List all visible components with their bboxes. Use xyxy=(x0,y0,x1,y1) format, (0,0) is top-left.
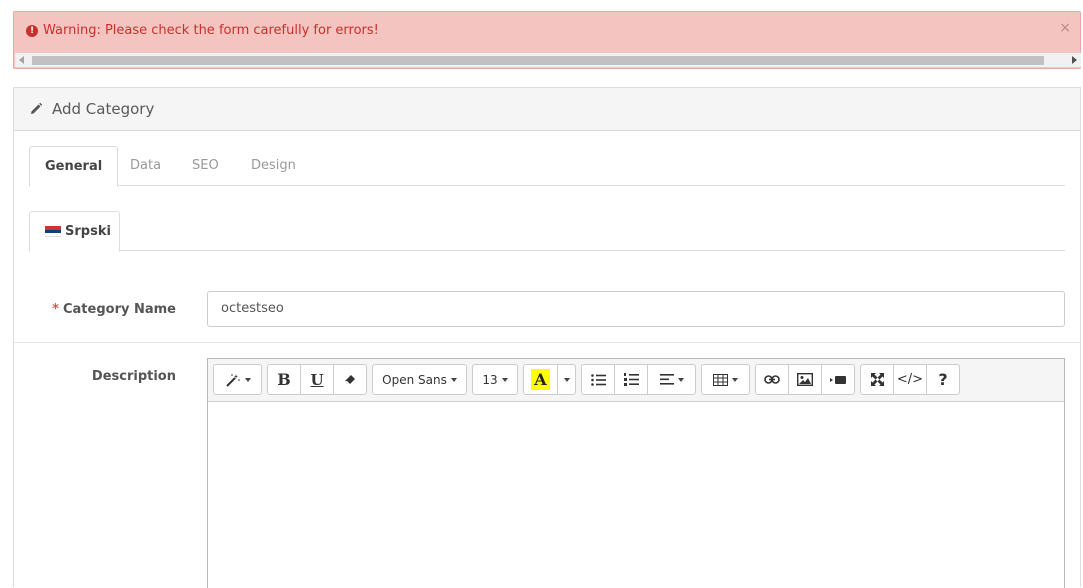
editor-content-area[interactable] xyxy=(208,402,1064,588)
scroll-right-arrow[interactable] xyxy=(1072,56,1077,64)
tab-data[interactable]: Data xyxy=(115,146,176,186)
alert-text: Warning: Please check the form carefully… xyxy=(43,23,379,38)
image-icon xyxy=(797,373,813,386)
highlight-color-button[interactable]: A xyxy=(523,364,558,395)
required-marker: * xyxy=(52,302,59,317)
table-dropdown[interactable] xyxy=(701,364,750,395)
tab-seo[interactable]: SEO xyxy=(177,146,234,186)
tab-language-srpski[interactable]: Srpski xyxy=(29,211,120,252)
fullscreen-icon xyxy=(870,373,884,386)
scroll-left-arrow[interactable] xyxy=(19,56,24,64)
ordered-list-icon xyxy=(623,373,639,386)
chevron-down-icon xyxy=(450,377,457,382)
chevron-down-icon xyxy=(244,377,251,382)
main-tabs: General Data SEO Design xyxy=(29,146,1065,187)
chevron-down-icon xyxy=(677,377,684,382)
code-view-button[interactable]: </> xyxy=(893,364,927,395)
ordered-list-button[interactable] xyxy=(614,364,648,395)
table-icon xyxy=(713,373,728,386)
fullscreen-button[interactable] xyxy=(860,364,894,395)
align-left-icon xyxy=(659,374,674,385)
panel-heading: Add Category xyxy=(14,88,1080,131)
description-label: Description xyxy=(91,369,176,384)
panel-title: Add Category xyxy=(52,100,155,118)
unordered-list-icon xyxy=(590,373,606,386)
chevron-down-icon xyxy=(501,377,508,382)
clear-format-button[interactable] xyxy=(333,364,367,395)
magic-wand-icon xyxy=(225,373,240,387)
chevron-down-icon xyxy=(732,377,738,382)
category-name-row: * Category Name octestseo xyxy=(14,268,1080,343)
highlight-color-dropdown[interactable] xyxy=(557,364,576,395)
font-family-dropdown[interactable]: Open Sans xyxy=(372,364,467,395)
font-size-dropdown[interactable]: 13 xyxy=(472,364,518,395)
underline-button[interactable]: U xyxy=(300,364,334,395)
unordered-list-button[interactable] xyxy=(581,364,615,395)
tab-design[interactable]: Design xyxy=(236,146,311,186)
magic-wand-style-button[interactable] xyxy=(213,364,262,395)
paragraph-align-dropdown[interactable] xyxy=(647,364,696,395)
category-name-input[interactable]: octestseo xyxy=(207,291,1065,327)
alert-message: ! Warning: Please check the form careful… xyxy=(26,23,379,38)
eraser-icon xyxy=(345,375,355,384)
insert-link-button[interactable] xyxy=(755,364,789,395)
serbia-flag-icon xyxy=(45,226,61,237)
exclamation-circle-icon: ! xyxy=(26,24,38,37)
language-label: Srpski xyxy=(65,224,111,239)
language-tabs: Srpski xyxy=(29,211,1065,252)
highlight-a-icon: A xyxy=(531,369,550,390)
pencil-icon xyxy=(31,102,43,114)
add-category-panel: Add Category General Data SEO Design Srp… xyxy=(13,87,1081,588)
video-icon xyxy=(830,375,846,384)
font-size-value: 13 xyxy=(482,372,498,387)
description-editor: B U Open Sans 13 A </> ? xyxy=(207,358,1065,588)
chevron-down-icon xyxy=(563,377,570,382)
scrollbar-thumb[interactable] xyxy=(32,56,1044,65)
editor-toolbar: B U Open Sans 13 A </> ? xyxy=(208,359,1064,402)
category-name-label: * Category Name xyxy=(52,302,176,317)
insert-video-button[interactable] xyxy=(821,364,855,395)
link-icon xyxy=(764,375,780,384)
insert-image-button[interactable] xyxy=(788,364,822,395)
help-button[interactable]: ? xyxy=(926,364,960,395)
tab-general[interactable]: General xyxy=(29,146,119,187)
horizontal-scrollbar[interactable] xyxy=(15,53,1081,67)
category-name-label-text: Category Name xyxy=(62,302,176,317)
warning-alert: ! Warning: Please check the form careful… xyxy=(13,11,1081,69)
font-family-value: Open Sans xyxy=(382,372,447,387)
close-icon[interactable]: × xyxy=(1059,20,1071,36)
bold-button[interactable]: B xyxy=(267,364,301,395)
